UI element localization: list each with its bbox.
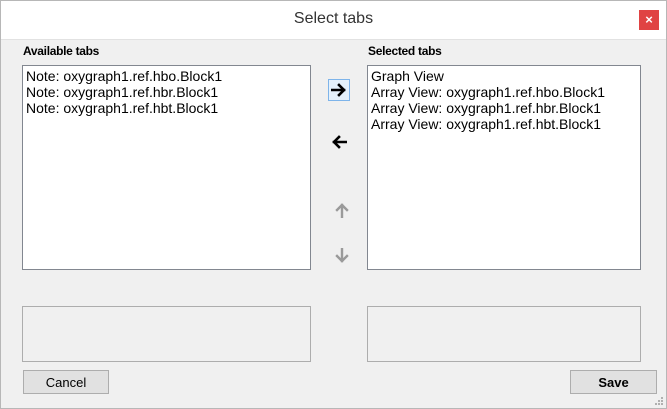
add-tab-button[interactable] <box>328 79 350 101</box>
cancel-button[interactable]: Cancel <box>23 370 109 394</box>
list-item[interactable]: Note: oxygraph1.ref.hbo.Block1 <box>26 68 307 84</box>
save-button[interactable]: Save <box>570 370 657 394</box>
selected-tab-info-box <box>367 306 641 362</box>
list-item[interactable]: Array View: oxygraph1.ref.hbt.Block1 <box>371 116 637 132</box>
available-tabs-label: Available tabs <box>23 44 100 58</box>
remove-tab-button[interactable] <box>328 131 350 153</box>
selected-tabs-label: Selected tabs <box>368 44 442 58</box>
available-tabs-list[interactable]: Note: oxygraph1.ref.hbo.Block1 Note: oxy… <box>22 65 311 270</box>
resize-grip-icon[interactable] <box>655 397 663 405</box>
list-item[interactable]: Array View: oxygraph1.ref.hbr.Block1 <box>371 100 637 116</box>
list-item[interactable]: Graph View <box>371 68 637 84</box>
title-bar: Select tabs × <box>1 1 666 40</box>
move-down-button[interactable] <box>331 245 353 267</box>
arrow-right-icon <box>331 83 346 97</box>
move-up-button[interactable] <box>331 199 353 221</box>
arrow-down-icon <box>335 248 349 263</box>
list-item[interactable]: Note: oxygraph1.ref.hbr.Block1 <box>26 84 307 100</box>
list-item[interactable]: Note: oxygraph1.ref.hbt.Block1 <box>26 100 307 116</box>
arrow-up-icon <box>335 203 349 218</box>
select-tabs-dialog: Select tabs × Available tabs Note: oxygr… <box>0 0 667 409</box>
list-item[interactable]: Array View: oxygraph1.ref.hbo.Block1 <box>371 84 637 100</box>
available-tab-info-box <box>22 306 311 362</box>
selected-tabs-list[interactable]: Graph View Array View: oxygraph1.ref.hbo… <box>367 65 641 270</box>
arrow-left-icon <box>332 135 347 149</box>
close-button[interactable]: × <box>639 10 659 30</box>
dialog-title: Select tabs <box>293 10 374 27</box>
